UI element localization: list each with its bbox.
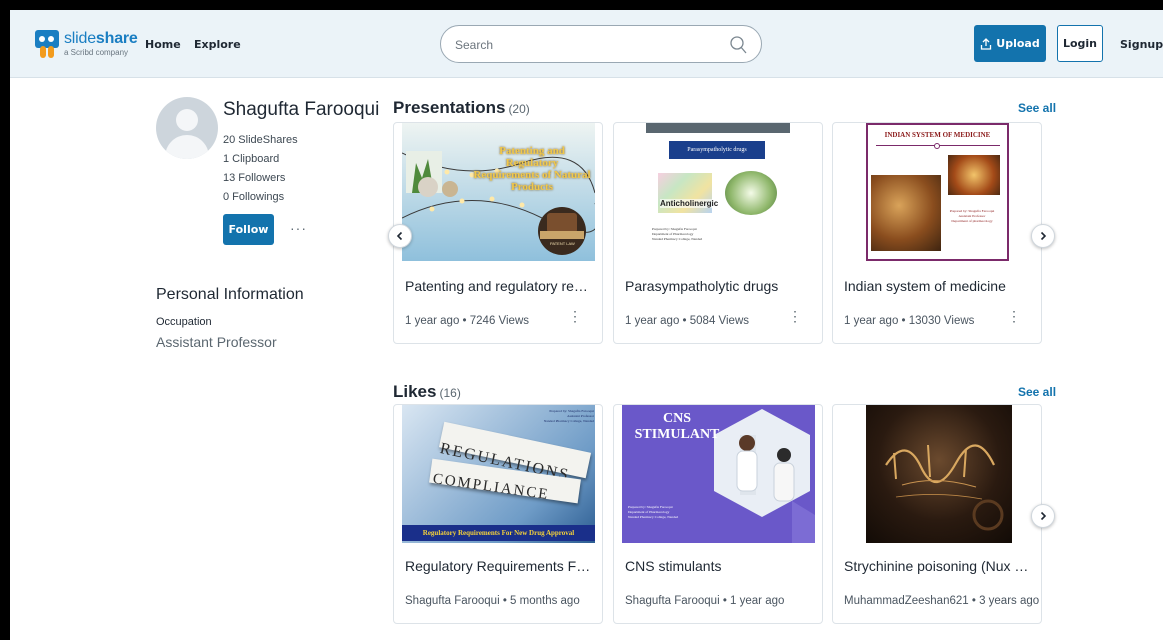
avatar — [156, 97, 218, 159]
liked-card[interactable]: CNS STIMULANT Prepared by: Shagufta Faro… — [613, 404, 823, 624]
thumb-text-line: CNS — [662, 411, 691, 426]
search-icon[interactable] — [729, 35, 747, 55]
carousel-prev-button[interactable] — [388, 224, 412, 248]
thumb-badge: PATENT LAW — [550, 241, 575, 246]
thumb-credit-line: Nanded Pharmacy College, Nanded — [652, 237, 703, 241]
presentation-meta: 1 year ago • 13030 Views — [844, 315, 975, 327]
likes-see-all-link[interactable]: See all — [1018, 385, 1056, 399]
presentation-card[interactable]: Parasympatholytic drugs Anticholinergic … — [613, 122, 823, 344]
liked-thumbnail[interactable]: CNS STIMULANT Prepared by: Shagufta Faro… — [622, 405, 815, 543]
liked-title[interactable]: CNS stimulants — [625, 558, 815, 574]
occupation-value: Assistant Professor — [156, 334, 277, 350]
thumb-title: INDIAN SYSTEM OF MEDICINE — [884, 131, 991, 139]
logo-subtitle: a Scribd company — [64, 48, 129, 57]
liked-title[interactable]: Strychinine poisoning (Nux vo... — [844, 558, 1034, 574]
signup-link[interactable]: Signup — [1120, 38, 1163, 51]
liked-thumbnail[interactable] — [866, 405, 1012, 543]
thumb-credit-line: Nanded Pharmacy College, Nanded — [543, 419, 594, 423]
liked-title[interactable]: Regulatory Requirements For ... — [405, 558, 595, 574]
upload-label: Upload — [996, 37, 1040, 50]
chevron-left-icon — [396, 231, 403, 241]
thumb-title: Parasympatholytic drugs — [669, 141, 765, 159]
clipboard-count[interactable]: 1 Clipboard — [223, 153, 279, 165]
chevron-right-icon — [1040, 231, 1047, 241]
presentation-thumbnail[interactable]: Parasympatholytic drugs Anticholinergic … — [622, 123, 815, 261]
login-button[interactable]: Login — [1057, 25, 1103, 62]
thumb-banner: Regulatory Requirements For New Drug App… — [402, 525, 595, 541]
thumb-credit-line: Department of pharmacology — [951, 219, 993, 223]
thumb-label: Anticholinergic — [660, 199, 719, 208]
nav-explore-link[interactable]: Explore — [194, 38, 241, 51]
presentation-card[interactable]: INDIAN SYSTEM OF MEDICINE Prepared by: S… — [832, 122, 1042, 344]
carousel-next-button[interactable] — [1031, 224, 1055, 248]
profile-name: Shagufta Farooqui — [223, 99, 380, 120]
upload-button[interactable]: Upload — [974, 25, 1046, 62]
presentations-count: (20) — [508, 102, 530, 116]
upload-icon — [981, 37, 992, 50]
thumb-text-line: STIMULANT — [634, 427, 720, 442]
search-bar[interactable] — [440, 25, 762, 63]
likes-count: (16) — [439, 386, 461, 400]
followings-count[interactable]: 0 Followings — [223, 191, 284, 203]
thumb-text-line: Requirements of Natural — [473, 169, 591, 181]
search-input[interactable] — [455, 35, 715, 55]
followers-count[interactable]: 13 Followers — [223, 172, 285, 184]
thumb-credit-line: Nanded Pharmacy College, Nanded — [628, 515, 679, 519]
thumb-text-line: Products — [511, 181, 553, 193]
thumb-text-line: Regulatory — [505, 157, 559, 169]
top-navbar: slideshare a Scribd company Home Explore… — [10, 10, 1163, 78]
liked-thumbnail[interactable]: Prepared by: Shagufta Farooqui Assistant… — [402, 405, 595, 543]
page: slideshare a Scribd company Home Explore… — [10, 10, 1163, 640]
liked-card[interactable]: Strychinine poisoning (Nux vo... Muhamma… — [832, 404, 1042, 624]
personal-info-heading: Personal Information — [156, 286, 304, 303]
liked-meta: Shagufta Farooqui • 1 year ago — [625, 595, 785, 607]
presentation-card[interactable]: Patenting and Regulatory Requirements of… — [393, 122, 603, 344]
slideshares-count[interactable]: 20 SlideShares — [223, 134, 298, 146]
presentations-see-all-link[interactable]: See all — [1018, 101, 1056, 115]
presentation-meta: 1 year ago • 5084 Views — [625, 315, 750, 327]
thumb-text-line: Patenting and — [499, 145, 565, 157]
presentation-thumbnail[interactable]: INDIAN SYSTEM OF MEDICINE Prepared by: S… — [866, 123, 1009, 261]
kebab-menu-icon[interactable]: ⋮ — [1007, 309, 1021, 323]
follow-button[interactable]: Follow — [223, 214, 274, 245]
slideshare-logo[interactable]: slideshare a Scribd company — [35, 28, 138, 60]
liked-meta: Shagufta Farooqui • 5 months ago — [405, 595, 580, 607]
liked-card[interactable]: Prepared by: Shagufta Farooqui Assistant… — [393, 404, 603, 624]
likes-heading: Likes (16) — [393, 382, 461, 401]
presentation-thumbnail[interactable]: Patenting and Regulatory Requirements of… — [402, 123, 595, 261]
kebab-menu-icon[interactable]: ⋮ — [788, 309, 802, 323]
nav-home-link[interactable]: Home — [145, 38, 181, 51]
presentation-title[interactable]: Parasympatholytic drugs — [625, 278, 815, 294]
chevron-right-icon — [1040, 511, 1047, 521]
calligraphy-artwork — [885, 444, 1004, 531]
kebab-menu-icon[interactable]: ⋮ — [568, 309, 582, 323]
presentation-title[interactable]: Indian system of medicine — [844, 278, 1034, 294]
slideshare-logo-icon — [35, 30, 59, 58]
logo-name: slideshare — [64, 30, 138, 47]
presentation-meta: 1 year ago • 7246 Views — [405, 315, 530, 327]
liked-meta: MuhammadZeeshan621 • 3 years ago — [844, 595, 1040, 607]
presentation-title[interactable]: Patenting and regulatory requi... — [405, 278, 595, 294]
more-options-button[interactable]: ··· — [290, 220, 307, 236]
carousel-next-button[interactable] — [1031, 504, 1055, 528]
occupation-label: Occupation — [156, 316, 212, 328]
presentations-heading: Presentations (20) — [393, 98, 530, 117]
